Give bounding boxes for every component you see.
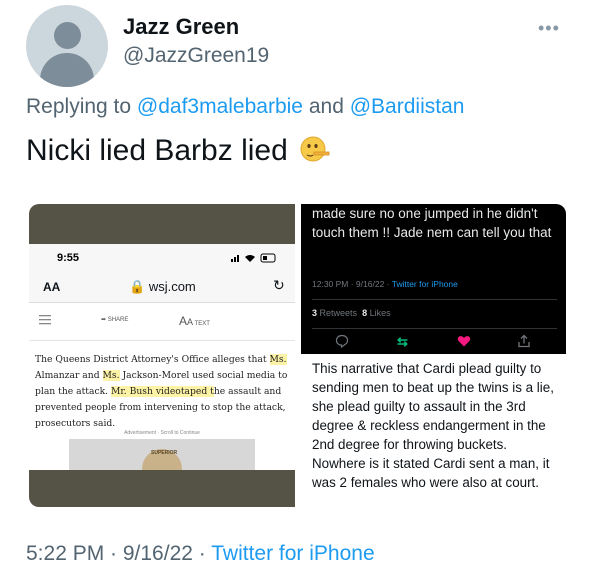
replying-to: Replying to @daf3malebarbie and @Bardiis… [26, 95, 464, 119]
author-handle[interactable]: @JazzGreen19 [123, 44, 269, 68]
signal-wifi-battery-icon [231, 253, 276, 263]
reply-icon [335, 334, 349, 348]
share-label-text: SHARE [107, 317, 129, 323]
like-icon [457, 336, 471, 347]
avatar[interactable] [26, 5, 108, 87]
text-label-text: TEXT [194, 321, 210, 327]
action-bar: ⇆ [301, 334, 566, 354]
image-border-top [29, 204, 295, 244]
media-image-right[interactable]: made sure no one jumped in he didn't tou… [301, 204, 566, 354]
divider [312, 299, 557, 300]
status-bar: 9:55 [29, 244, 295, 270]
lying-face-emoji-icon [300, 136, 330, 162]
mention-link[interactable]: @daf3malebarbie [137, 95, 303, 118]
divider [312, 328, 557, 329]
replying-to-label: Replying to [26, 95, 132, 118]
retweets-count: 3 [312, 308, 318, 318]
tweet-text: Nicki lied Barbz lied [26, 134, 330, 168]
quoted-tweet-time: 12:30 PM · 9/16/22 · [312, 279, 390, 289]
retweet-icon: ⇆ [397, 334, 408, 349]
share-label: ➦ SHARE [101, 317, 129, 323]
mention-link[interactable]: @Bardiistan [350, 95, 465, 118]
ellipsis-icon[interactable]: ••• [538, 18, 560, 39]
highlighted-text: Ms. [269, 354, 287, 365]
quoted-tweet-text: made sure no one jumped in he didn't tou… [312, 206, 552, 240]
phone-screenshot: 9:55 AA 🔒 wsj.com ↻ ➦ SHARE AA TEXT The … [29, 244, 295, 470]
likes-label: Likes [369, 308, 391, 318]
tweet-text-content: Nicki lied Barbz lied [26, 134, 288, 167]
quoted-tweet-meta: 12:30 PM · 9/16/22 · Twitter for iPhone [312, 279, 458, 289]
article-toolbar: ➦ SHARE AA TEXT [29, 302, 295, 341]
ad-label: Advertisement · Scroll to Continue [124, 430, 200, 436]
court-seal-image: SUPERIOR [69, 439, 255, 470]
article-paragraph: The Queens District Attorney's Office al… [35, 352, 291, 432]
tweet-footer: 5:22 PM · 9/16/22 · Twitter for iPhone [26, 542, 375, 566]
quoted-tweet-source: Twitter for iPhone [391, 279, 458, 289]
text-size-label: AA TEXT [179, 314, 210, 328]
seal-text: SUPERIOR [151, 450, 178, 456]
image-border-bottom [29, 470, 295, 507]
reload-icon: ↻ [273, 277, 285, 293]
avatar-body [40, 53, 94, 87]
article-text: The Queens District Attorney's Office al… [35, 354, 270, 365]
share-icon [518, 334, 530, 348]
tweet-source-link[interactable]: Twitter for iPhone [211, 542, 374, 565]
author-name[interactable]: Jazz Green [123, 14, 239, 40]
engagement-counts: 3 Retweets 8 Likes [312, 308, 391, 318]
likes-count: 8 [362, 308, 368, 318]
highlighted-text: Mr. Bush videotaped t [111, 386, 214, 397]
image-caption-text: This narrative that Cardi plead guilty t… [312, 361, 554, 490]
url-text: 🔒 wsj.com [129, 279, 196, 294]
highlighted-text: Ms. [102, 370, 120, 381]
hamburger-icon [39, 315, 51, 325]
reader-aa-button: AA [43, 280, 61, 294]
media-image-left[interactable]: 9:55 AA 🔒 wsj.com ↻ ➦ SHARE AA TEXT The … [29, 204, 295, 507]
avatar-head [54, 22, 81, 49]
url-bar: AA 🔒 wsj.com ↻ [29, 270, 295, 303]
tweet-timestamp[interactable]: 5:22 PM · 9/16/22 · [26, 542, 206, 565]
status-time: 9:55 [57, 252, 80, 264]
article-text: Almanzar and [35, 370, 103, 381]
url-domain: wsj.com [148, 279, 196, 294]
retweets-label: Retweets [319, 308, 358, 318]
replying-connector: and [308, 95, 344, 118]
